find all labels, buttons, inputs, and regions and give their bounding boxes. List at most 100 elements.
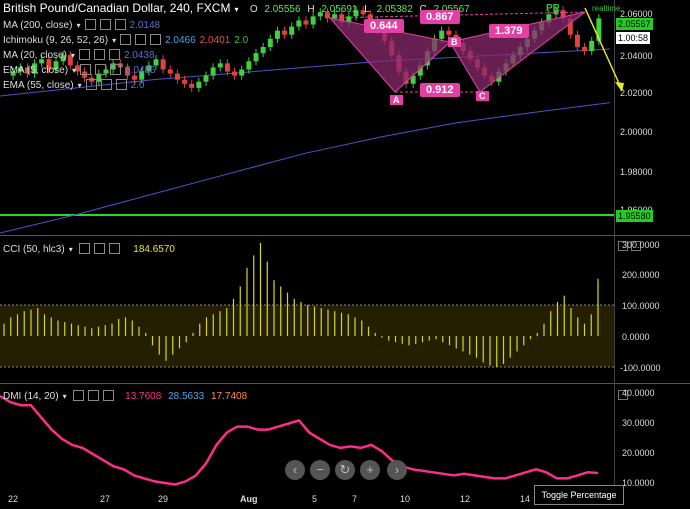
scroll-left-button[interactable]: ‹ bbox=[285, 460, 305, 480]
candle-body bbox=[310, 16, 316, 25]
dmi-dropdown-icon[interactable]: ▾ bbox=[63, 392, 67, 401]
cci-settings-icon[interactable] bbox=[79, 242, 91, 254]
dmi-tick: 10.0000 bbox=[622, 478, 655, 488]
cci-tick: -100.0000 bbox=[620, 363, 661, 373]
x-tick: 10 bbox=[400, 494, 411, 504]
indicator-dropdown-icon[interactable]: ▾ bbox=[78, 81, 82, 90]
indicator-settings-icon[interactable] bbox=[80, 63, 92, 75]
cci-close-icon[interactable] bbox=[109, 242, 121, 254]
dmi-settings-icon[interactable] bbox=[73, 389, 85, 401]
current-price-tag: 2.05567 bbox=[616, 18, 653, 30]
candle-body bbox=[439, 30, 445, 39]
pr-label: PR bbox=[546, 3, 560, 14]
support-price-tag: 1.95580 bbox=[616, 210, 653, 222]
scroll-right-button[interactable]: › bbox=[387, 460, 407, 480]
indicator-row: MA (20, close) ▾ 2.0438 bbox=[3, 48, 252, 63]
indicator-hide-icon[interactable] bbox=[95, 63, 107, 75]
toggle-percentage-button[interactable]: Toggle Percentage bbox=[534, 485, 624, 505]
indicator-label[interactable]: EMA (55, close) bbox=[3, 80, 74, 91]
ratio-label-abc: 0.867 bbox=[420, 10, 460, 24]
candle-body bbox=[289, 26, 295, 35]
candle-body bbox=[274, 30, 280, 39]
indicator-dropdown-icon[interactable]: ▾ bbox=[71, 51, 75, 60]
indicator-hide-icon[interactable] bbox=[99, 18, 111, 30]
indicator-dropdown-icon[interactable]: ▾ bbox=[112, 36, 116, 45]
indicator-settings-icon[interactable] bbox=[84, 18, 96, 30]
indicator-row: EMA (5, close) ▾ 2.0485 bbox=[3, 63, 252, 78]
indicator-close-icon[interactable] bbox=[150, 33, 162, 45]
dmi-value-adx: 13.7608 bbox=[125, 391, 162, 402]
indicator-close-icon[interactable] bbox=[108, 48, 120, 60]
ratio-label-bcd: 1.379 bbox=[489, 24, 529, 38]
dmi-value-plus: 28.5633 bbox=[168, 391, 205, 402]
h-value: 2.05691 bbox=[321, 4, 358, 15]
o-label: O bbox=[249, 4, 258, 15]
title-dropdown-icon[interactable]: ▾ bbox=[234, 5, 238, 14]
indicator-dropdown-icon[interactable]: ▾ bbox=[76, 21, 80, 30]
ratio-label-xad: 0.912 bbox=[420, 83, 460, 97]
dmi-tick: 20.0000 bbox=[622, 448, 655, 458]
x-tick: Aug bbox=[240, 494, 258, 504]
h-label: H bbox=[307, 4, 315, 15]
candle-body bbox=[589, 40, 595, 52]
realtime-label: realtime bbox=[592, 4, 621, 13]
cci-dropdown-icon[interactable]: ▾ bbox=[69, 245, 73, 254]
indicator-settings-icon[interactable] bbox=[120, 33, 132, 45]
x-tick: 7 bbox=[352, 494, 358, 504]
x-tick: 12 bbox=[460, 494, 471, 504]
indicator-hide-icon[interactable] bbox=[100, 78, 112, 90]
l-value: 2.05382 bbox=[376, 4, 413, 15]
indicator-label[interactable]: EMA (5, close) bbox=[3, 65, 68, 76]
cci-tick: 0.0000 bbox=[622, 332, 650, 342]
dmi-tick: 40.0000 bbox=[622, 388, 655, 398]
indicator-close-icon[interactable] bbox=[110, 63, 122, 75]
indicator-label[interactable]: Ichimoku (9, 26, 52, 26) bbox=[3, 35, 108, 46]
candle-body bbox=[260, 47, 266, 54]
cci-tick: 300.0000 bbox=[622, 240, 660, 250]
indicator-label[interactable]: MA (200, close) bbox=[3, 20, 72, 31]
x-tick: 22 bbox=[8, 494, 19, 504]
indicator-value: 2.0 bbox=[130, 80, 145, 91]
cci-label[interactable]: CCI (50, hlc3) bbox=[3, 244, 65, 255]
o-value: 2.05556 bbox=[264, 4, 301, 15]
indicator-legend: MA (200, close) ▾ 2.0148 Ichimoku (9, 26, 5… bbox=[3, 18, 252, 93]
price-tick: 2.00000 bbox=[620, 127, 653, 137]
indicator-row: MA (200, close) ▾ 2.0148 bbox=[3, 18, 252, 33]
chart-title[interactable]: British Pound/Canadian Dollar, 240, FXCM bbox=[3, 1, 230, 15]
x-tick: 29 bbox=[158, 494, 169, 504]
point-b-label: B bbox=[448, 37, 461, 47]
indicator-hide-icon[interactable] bbox=[93, 48, 105, 60]
indicator-value: 2.0401 bbox=[199, 35, 231, 46]
dmi-hide-icon[interactable] bbox=[88, 389, 100, 401]
zoom-out-button[interactable]: − bbox=[310, 460, 330, 480]
ma200-line bbox=[0, 102, 611, 234]
x-tick: 14 bbox=[520, 494, 531, 504]
indicator-settings-icon[interactable] bbox=[78, 48, 90, 60]
indicator-settings-icon[interactable] bbox=[85, 78, 97, 90]
cci-hide-icon[interactable] bbox=[94, 242, 106, 254]
chart-title-row: British Pound/Canadian Dollar, 240, FXCM… bbox=[3, 1, 478, 17]
indicator-label[interactable]: MA (20, close) bbox=[3, 50, 67, 61]
dmi-legend: DMI (14, 20) ▾ 13.7608 28.5633 17.7408 bbox=[3, 389, 251, 404]
countdown-tag: 1.00:58 bbox=[616, 32, 651, 44]
indicator-value: 2.0438 bbox=[123, 50, 155, 61]
indicator-hide-icon[interactable] bbox=[135, 33, 147, 45]
indicator-close-icon[interactable] bbox=[115, 78, 127, 90]
x-tick: 27 bbox=[100, 494, 111, 504]
candle-body bbox=[253, 53, 259, 62]
dmi-close-icon[interactable] bbox=[103, 389, 115, 401]
candle-body bbox=[582, 47, 588, 52]
candle-body bbox=[282, 30, 288, 35]
indicator-row: Ichimoku (9, 26, 52, 26) ▾ 2.0466 2.0401 2.0 bbox=[3, 33, 252, 48]
indicator-dropdown-icon[interactable]: ▾ bbox=[72, 66, 76, 75]
l-label: L bbox=[364, 4, 370, 15]
indicator-value: 2.0 bbox=[234, 35, 249, 46]
zoom-in-button[interactable]: + bbox=[360, 460, 380, 480]
dmi-label[interactable]: DMI (14, 20) bbox=[3, 391, 59, 402]
indicator-close-icon[interactable] bbox=[114, 18, 126, 30]
reset-button[interactable]: ↻ bbox=[335, 460, 355, 480]
indicator-value: 2.0485 bbox=[125, 65, 156, 76]
ratio-label-xab: 0.644 bbox=[364, 19, 404, 33]
cci-tick: 200.0000 bbox=[622, 270, 660, 280]
x-tick: 5 bbox=[312, 494, 318, 504]
